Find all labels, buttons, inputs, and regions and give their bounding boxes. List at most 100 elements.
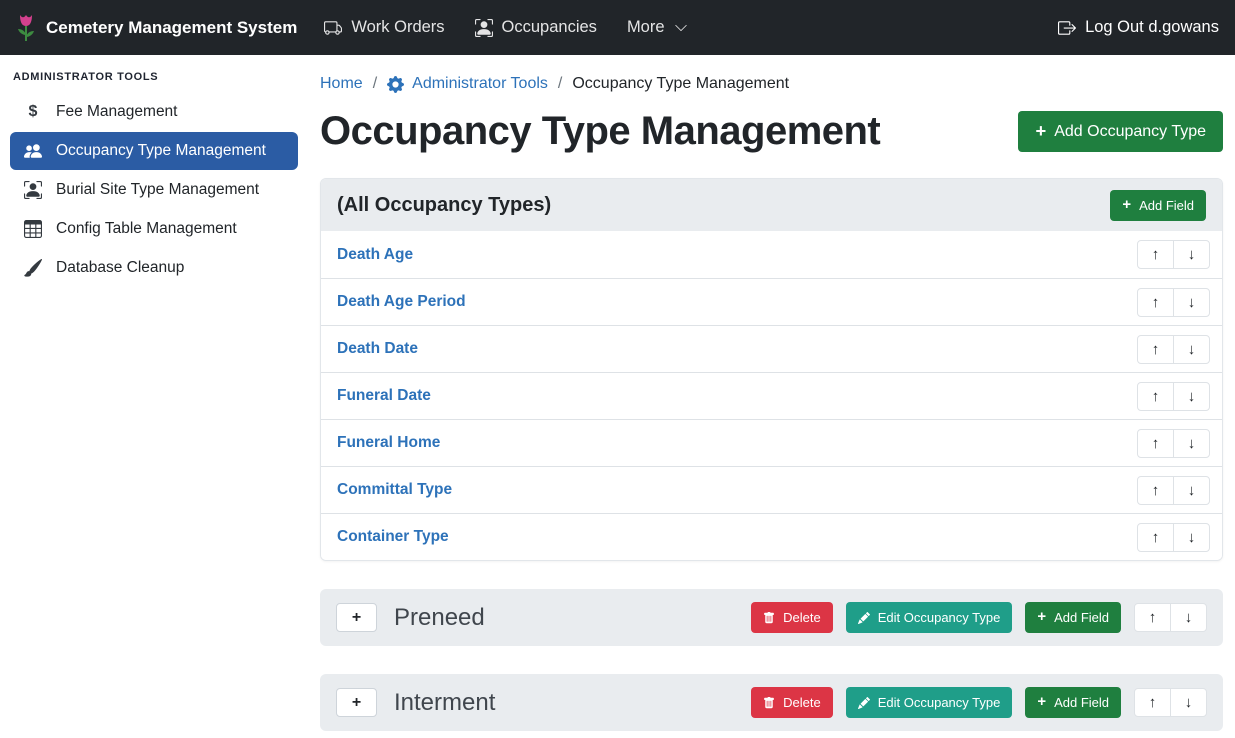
add-occupancy-type-button[interactable]: + Add Occupancy Type	[1018, 111, 1223, 151]
arrow-up-icon: ↑	[1149, 694, 1157, 711]
field-link[interactable]: Death Age Period	[337, 293, 466, 311]
nav-occupancies[interactable]: Occupancies	[460, 10, 612, 45]
move-up-button[interactable]: ↑	[1134, 603, 1171, 632]
reorder-buttons: ↑ ↓	[1137, 429, 1210, 458]
move-up-button[interactable]: ↑	[1137, 429, 1174, 458]
move-up-button[interactable]: ↑	[1137, 335, 1174, 364]
title-row: Occupancy Type Management + Add Occupanc…	[320, 109, 1223, 154]
move-down-button[interactable]: ↓	[1170, 603, 1207, 632]
expand-section-button[interactable]: +	[336, 688, 377, 717]
field-link[interactable]: Container Type	[337, 528, 449, 546]
move-up-button[interactable]: ↑	[1137, 523, 1174, 552]
sidebar-item-label: Fee Management	[56, 103, 178, 121]
sidebar-item-config-table-management[interactable]: Config Table Management	[10, 210, 298, 248]
sidebar-item-occupancy-type-management[interactable]: Occupancy Type Management	[10, 132, 298, 170]
person-bounding-box-icon	[23, 181, 43, 199]
occupancy-type-section-interment: + Interment Delete Edit Occupancy Type	[320, 674, 1223, 731]
app-brand[interactable]: Cemetery Management System	[16, 13, 297, 43]
sidebar-item-label: Database Cleanup	[56, 259, 184, 277]
move-down-button[interactable]: ↓	[1173, 288, 1210, 317]
reorder-buttons: ↑ ↓	[1134, 603, 1207, 632]
plus-icon: +	[352, 609, 361, 627]
field-link[interactable]: Death Date	[337, 340, 418, 358]
move-down-button[interactable]: ↓	[1173, 382, 1210, 411]
sidebar-item-burial-site-type-management[interactable]: Burial Site Type Management	[10, 171, 298, 209]
move-up-button[interactable]: ↑	[1137, 476, 1174, 505]
move-down-button[interactable]: ↓	[1170, 688, 1207, 717]
plus-icon: +	[1122, 198, 1131, 213]
arrow-down-icon: ↓	[1185, 609, 1193, 626]
sidebar-item-fee-management[interactable]: $ Fee Management	[10, 93, 298, 131]
plus-icon: +	[1035, 122, 1046, 140]
field-link[interactable]: Funeral Date	[337, 387, 431, 405]
arrow-down-icon: ↓	[1185, 694, 1193, 711]
sidebar-item-database-cleanup[interactable]: Database Cleanup	[10, 249, 298, 287]
reorder-buttons: ↑ ↓	[1134, 688, 1207, 717]
edit-occupancy-type-button[interactable]: Edit Occupancy Type	[846, 602, 1013, 633]
nav-work-orders[interactable]: Work Orders	[309, 10, 459, 45]
reorder-buttons: ↑ ↓	[1137, 288, 1210, 317]
move-down-button[interactable]: ↓	[1173, 523, 1210, 552]
move-up-button[interactable]: ↑	[1137, 288, 1174, 317]
plus-icon: +	[1037, 695, 1046, 710]
logout-label: Log Out d.gowans	[1085, 18, 1219, 37]
arrow-down-icon: ↓	[1188, 435, 1196, 452]
primary-nav: Work Orders Occupancies More	[309, 10, 702, 45]
main-content: Home / Administrator Tools / Occupancy T…	[308, 55, 1235, 738]
breadcrumb: Home / Administrator Tools / Occupancy T…	[320, 67, 1223, 95]
field-link[interactable]: Committal Type	[337, 481, 452, 499]
all-occupancy-types-card: (All Occupancy Types) + Add Field Death …	[320, 178, 1223, 561]
tulip-logo-icon	[16, 13, 36, 43]
sidebar-item-label: Burial Site Type Management	[56, 181, 259, 199]
delete-button[interactable]: Delete	[751, 602, 833, 633]
move-up-button[interactable]: ↑	[1134, 688, 1171, 717]
card-header: (All Occupancy Types) + Add Field	[321, 179, 1222, 231]
arrow-down-icon: ↓	[1188, 294, 1196, 311]
arrow-up-icon: ↑	[1152, 529, 1160, 546]
sidebar-item-label: Occupancy Type Management	[56, 142, 266, 160]
people-icon	[23, 142, 43, 160]
field-link[interactable]: Death Age	[337, 246, 413, 264]
add-field-button[interactable]: + Add Field	[1025, 687, 1121, 718]
move-down-button[interactable]: ↓	[1173, 429, 1210, 458]
trash-icon	[763, 697, 775, 709]
reorder-buttons: ↑ ↓	[1137, 240, 1210, 269]
edit-occupancy-type-button[interactable]: Edit Occupancy Type	[846, 687, 1013, 718]
breadcrumb-home[interactable]: Home	[320, 75, 363, 93]
arrow-down-icon: ↓	[1188, 341, 1196, 358]
gear-icon	[387, 76, 404, 93]
move-down-button[interactable]: ↓	[1173, 240, 1210, 269]
page-title: Occupancy Type Management	[320, 109, 880, 154]
person-bounding-box-icon	[475, 19, 493, 37]
nav-more[interactable]: More	[612, 10, 703, 45]
move-up-button[interactable]: ↑	[1137, 240, 1174, 269]
pencil-icon	[858, 612, 870, 624]
breadcrumb-current: Occupancy Type Management	[572, 75, 789, 93]
move-down-button[interactable]: ↓	[1173, 335, 1210, 364]
delete-button[interactable]: Delete	[751, 687, 833, 718]
sidebar-item-label: Config Table Management	[56, 220, 237, 238]
expand-section-button[interactable]: +	[336, 603, 377, 632]
occupancy-type-name: Interment	[394, 689, 751, 717]
add-field-button[interactable]: + Add Field	[1110, 190, 1206, 221]
card-title: (All Occupancy Types)	[337, 194, 551, 217]
app-title: Cemetery Management System	[46, 18, 297, 38]
arrow-up-icon: ↑	[1152, 482, 1160, 499]
reorder-buttons: ↑ ↓	[1137, 523, 1210, 552]
trash-icon	[763, 612, 775, 624]
plus-icon: +	[352, 694, 361, 712]
arrow-up-icon: ↑	[1152, 294, 1160, 311]
field-row: Funeral Date ↑ ↓	[321, 372, 1222, 419]
breadcrumb-administrator-tools[interactable]: Administrator Tools	[387, 75, 548, 93]
field-link[interactable]: Funeral Home	[337, 434, 440, 452]
sidebar: Administrator Tools $ Fee Management Occ…	[0, 55, 308, 738]
field-row: Committal Type ↑ ↓	[321, 466, 1222, 513]
add-field-button[interactable]: + Add Field	[1025, 602, 1121, 633]
logout-button[interactable]: Log Out d.gowans	[1058, 18, 1219, 37]
move-up-button[interactable]: ↑	[1137, 382, 1174, 411]
breadcrumb-separator: /	[373, 75, 377, 93]
reorder-buttons: ↑ ↓	[1137, 382, 1210, 411]
arrow-up-icon: ↑	[1152, 246, 1160, 263]
arrow-up-icon: ↑	[1152, 388, 1160, 405]
move-down-button[interactable]: ↓	[1173, 476, 1210, 505]
